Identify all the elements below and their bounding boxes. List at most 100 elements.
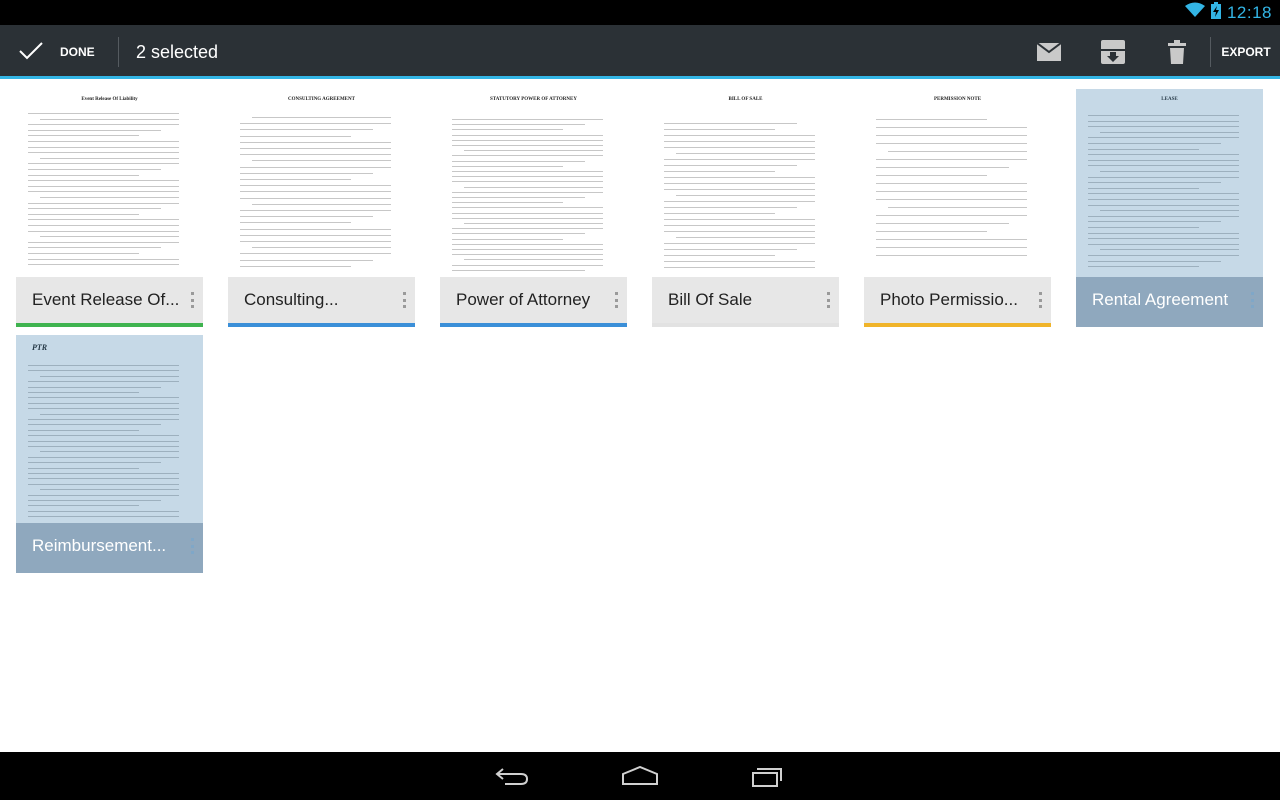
thumbnail-text-line bbox=[1100, 131, 1239, 133]
thumbnail-text-line bbox=[876, 175, 987, 176]
card-label-bar: Event Release Of... bbox=[16, 277, 203, 323]
thumbnail-text-line bbox=[452, 264, 603, 266]
thumbnail-text-line bbox=[240, 228, 391, 230]
overflow-menu-icon[interactable] bbox=[615, 292, 619, 308]
thumbnail-text-line bbox=[28, 146, 179, 148]
document-card-bill-of-sale[interactable]: BILL OF SALE Bill Of Sale bbox=[652, 89, 839, 327]
thumbnail-text-line bbox=[452, 202, 563, 204]
document-thumbnail: LEASE bbox=[1076, 89, 1263, 277]
document-thumbnail: CONSULTING AGREEMENT bbox=[228, 89, 415, 277]
thumbnail-text-line bbox=[28, 397, 179, 399]
thumbnail-text-line bbox=[1088, 176, 1239, 178]
overflow-menu-icon[interactable] bbox=[827, 292, 831, 308]
home-icon[interactable] bbox=[610, 758, 670, 794]
thumbnail-text-line bbox=[240, 265, 351, 267]
thumbnail-text-line bbox=[664, 249, 797, 250]
thumbnail-text-line bbox=[664, 213, 775, 214]
color-accent bbox=[16, 569, 203, 573]
overflow-menu-icon[interactable] bbox=[191, 538, 195, 554]
color-accent bbox=[864, 323, 1051, 327]
thumbnail-text-line bbox=[28, 381, 179, 383]
thumbnail-text-line bbox=[876, 183, 1027, 184]
overflow-menu-icon[interactable] bbox=[1251, 292, 1255, 308]
overflow-menu-icon[interactable] bbox=[403, 292, 407, 308]
document-card-reimbursement[interactable]: PTR Reimbursement... bbox=[16, 335, 203, 573]
thumbnail-text-line bbox=[40, 489, 179, 491]
thumbnail-text-line bbox=[28, 163, 179, 165]
thumbnail-text-line bbox=[452, 243, 603, 245]
thumbnail-text-line bbox=[240, 154, 391, 156]
document-card-event-release[interactable]: Event Release Of Liability Event Release… bbox=[16, 89, 203, 327]
thumbnail-text-line bbox=[240, 123, 391, 125]
thumbnail-title: PTR bbox=[32, 343, 48, 352]
thumbnail-text-line bbox=[240, 172, 373, 174]
overflow-menu-icon[interactable] bbox=[1039, 292, 1043, 308]
thumbnail-text-line bbox=[452, 134, 603, 136]
archive-download-icon[interactable] bbox=[1096, 35, 1130, 69]
thumbnail-text-line bbox=[28, 473, 179, 474]
thumbnail-text-line bbox=[452, 139, 603, 141]
thumbnail-text-line bbox=[1100, 210, 1239, 212]
action-bar: DONE 2 selected EXPORT bbox=[0, 25, 1280, 79]
checkmark-icon bbox=[18, 41, 44, 64]
thumbnail-text-line bbox=[676, 153, 815, 154]
thumbnail-text-line bbox=[240, 135, 351, 137]
thumbnail-text-line bbox=[240, 197, 391, 199]
document-card-power-of-attorney[interactable]: STATUTORY POWER OF ATTORNEY Power of Att… bbox=[440, 89, 627, 327]
document-thumbnail: PTR bbox=[16, 335, 203, 523]
thumbnail-text-line bbox=[1100, 249, 1239, 251]
thumbnail-text-line bbox=[1088, 204, 1239, 206]
thumbnail-text-line bbox=[452, 238, 563, 240]
thumbnail-text-line bbox=[452, 160, 585, 162]
thumbnail-title: Event Release Of Liability bbox=[81, 97, 138, 102]
export-button[interactable]: EXPORT bbox=[1212, 25, 1280, 79]
thumbnail-text-line bbox=[664, 243, 815, 244]
document-card-consulting[interactable]: CONSULTING AGREEMENT Consulting... bbox=[228, 89, 415, 327]
thumbnail-title: CONSULTING AGREEMENT bbox=[288, 97, 355, 102]
thumbnail-title: BILL OF SALE bbox=[728, 97, 763, 102]
divider bbox=[118, 37, 119, 67]
thumbnail-text-line bbox=[240, 179, 351, 180]
thumbnail-text-line bbox=[664, 159, 815, 160]
thumbnail-text-line bbox=[464, 186, 603, 188]
email-icon[interactable] bbox=[1032, 35, 1066, 69]
thumbnail-text-line bbox=[28, 247, 161, 249]
delete-icon[interactable] bbox=[1160, 35, 1194, 69]
thumbnail-text-line bbox=[28, 129, 161, 131]
document-label: Reimbursement... bbox=[32, 536, 167, 555]
thumbnail-text-line bbox=[28, 141, 179, 142]
thumbnail-text-line bbox=[40, 413, 179, 415]
back-icon[interactable] bbox=[482, 758, 542, 794]
thumbnail-text-line bbox=[1088, 193, 1239, 195]
thumbnail-text-line bbox=[28, 241, 179, 243]
thumbnail-text-line bbox=[876, 167, 1009, 168]
thumbnail-text-line bbox=[1088, 255, 1239, 256]
thumbnail-title: STATUTORY POWER OF ATTORNEY bbox=[490, 97, 577, 102]
thumbnail-text-line bbox=[876, 239, 1027, 240]
thumbnail-text-line bbox=[1088, 199, 1239, 200]
thumbnail-text-line bbox=[240, 185, 391, 187]
card-label-bar: Consulting... bbox=[228, 277, 415, 323]
card-label-bar: Power of Attorney bbox=[440, 277, 627, 323]
recent-apps-icon[interactable] bbox=[738, 758, 798, 794]
thumbnail-text-line bbox=[452, 191, 603, 193]
document-card-photo-permission[interactable]: PERMISSION NOTE Photo Permissio... bbox=[864, 89, 1051, 327]
document-label: Rental Agreement bbox=[1092, 290, 1229, 309]
card-label-bar: Rental Agreement bbox=[1076, 277, 1263, 323]
document-label: Consulting... bbox=[244, 290, 339, 309]
status-indicators: 12:18 bbox=[1184, 0, 1272, 25]
thumbnail-text-line bbox=[1088, 165, 1239, 167]
thumbnail-text-line bbox=[28, 483, 179, 485]
document-card-rental-agreement[interactable]: LEASE Rental Agreement bbox=[1076, 89, 1263, 327]
overflow-menu-icon[interactable] bbox=[191, 292, 195, 308]
thumbnail-text-line bbox=[452, 119, 603, 120]
thumbnail-text-line bbox=[28, 208, 161, 210]
thumbnail-text-line bbox=[1088, 221, 1221, 223]
done-button[interactable]: DONE bbox=[0, 25, 118, 79]
thumbnail-text-line bbox=[28, 392, 139, 393]
thumbnail-text-line bbox=[28, 174, 139, 176]
thumbnail-text-line bbox=[240, 222, 351, 224]
document-grid: Event Release Of Liability Event Release… bbox=[0, 79, 1280, 752]
thumbnail-text-line bbox=[240, 234, 391, 236]
document-thumbnail: PERMISSION NOTE bbox=[864, 89, 1051, 277]
